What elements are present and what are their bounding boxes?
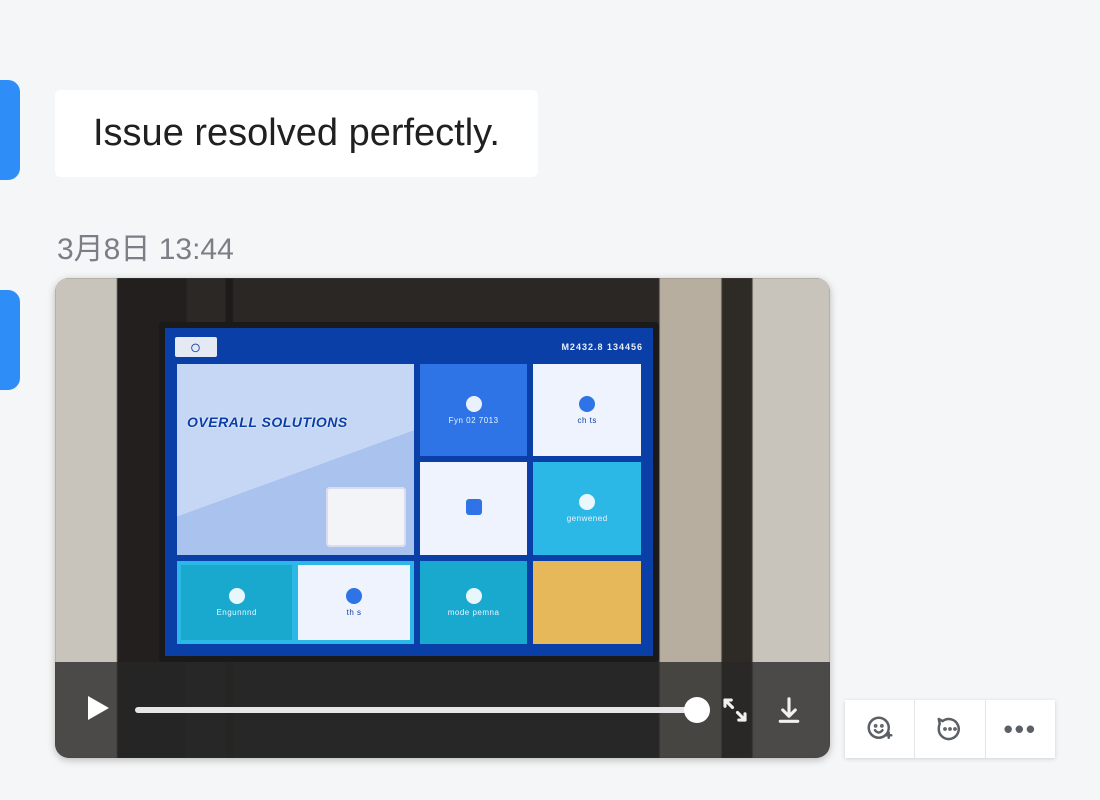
square-icon [466,499,482,515]
tile-4-label: genwened [567,514,608,523]
sender-indicator [0,290,20,390]
tile-row3-left-pair: Engunnnd th s [177,561,414,644]
screen-tile-grid: OVERALL SOLUTIONS Fyn 02 7013 ch ts [177,364,641,644]
message-bubble[interactable]: Issue resolved perfectly. [55,90,538,177]
hero-brand-text: OVERALL SOLUTIONS [187,414,348,430]
tile-1: Fyn 02 7013 [420,364,528,456]
video-controls-bar [55,662,830,758]
tile-2-label: ch ts [577,416,596,425]
bar-chart-icon [466,396,482,412]
tile-4: genwened [533,462,641,554]
hero-machine-illustration [326,487,406,547]
message-timestamp: 3月8日 13:44 [57,224,234,268]
screen-header-status: M2432.8 134456 [561,342,643,352]
tile-r3b: mode pemna [420,561,528,644]
tile-2: ch ts [533,364,641,456]
monitor-screen: ◯ M2432.8 134456 OVERALL SOLUTIONS Fyn 0… [165,328,653,656]
tile-r3b-label: mode pemna [448,608,500,617]
video-thumbnail-monitor: ◯ M2432.8 134456 OVERALL SOLUTIONS Fyn 0… [159,322,659,662]
video-attachment[interactable]: ◯ M2432.8 134456 OVERALL SOLUTIONS Fyn 0… [55,278,830,758]
emoji-add-icon [865,714,895,744]
screen-header: ◯ M2432.8 134456 [165,328,653,362]
comment-button[interactable] [915,700,985,758]
square-icon [346,588,362,604]
tile-r3a-right: th s [347,608,362,617]
hero-tile: OVERALL SOLUTIONS [177,364,414,555]
tile-1-label: Fyn 02 7013 [449,416,499,425]
play-button[interactable] [79,690,115,731]
circle-icon [466,588,482,604]
video-progress-bar[interactable] [135,707,698,713]
add-emoji-button[interactable] [845,700,915,758]
progress-knob[interactable] [684,697,710,723]
fullscreen-icon [720,695,750,725]
dot-icon [579,494,595,510]
tile-3 [420,462,528,554]
tile-r3a-left: Engunnnd [216,608,256,617]
p-icon [229,588,245,604]
play-icon [79,690,115,726]
tile-r3c [533,561,641,644]
sender-indicator [0,80,20,180]
message-reaction-bar: ••• [845,700,1055,758]
comment-icon [935,714,965,744]
more-actions-button[interactable]: ••• [986,700,1055,758]
fullscreen-button[interactable] [718,693,752,727]
message-text: Issue resolved perfectly. [93,112,500,154]
screen-logo: ◯ [175,337,217,357]
doc-icon [579,396,595,412]
download-icon [774,695,804,725]
download-button[interactable] [772,693,806,727]
